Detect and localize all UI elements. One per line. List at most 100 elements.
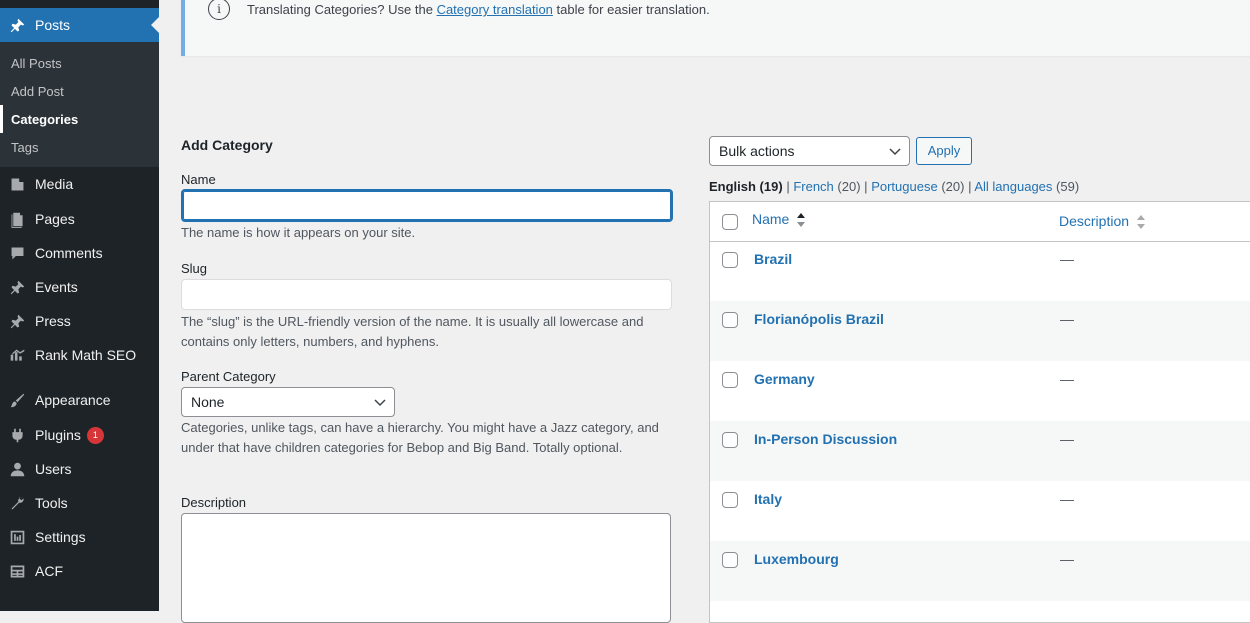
column-name-header[interactable]: Name xyxy=(752,211,806,228)
category-description: — xyxy=(1060,251,1074,267)
row-checkbox[interactable] xyxy=(722,432,738,448)
wrench-icon xyxy=(9,495,26,512)
name-input[interactable] xyxy=(181,189,673,222)
bulk-actions-select[interactable]: Bulk actions xyxy=(709,136,910,166)
menu-posts-label: Posts xyxy=(35,17,71,33)
user-icon xyxy=(9,461,26,478)
submenu-all-posts[interactable]: All Posts xyxy=(11,56,62,71)
category-name-link[interactable]: Luxembourg xyxy=(754,551,839,567)
row-checkbox[interactable] xyxy=(722,492,738,508)
notice-text-before: Translating Categories? Use the xyxy=(247,2,437,17)
select-all-checkbox[interactable] xyxy=(722,214,738,230)
pin-icon xyxy=(9,17,26,34)
menu-events-label: Events xyxy=(35,279,78,295)
menu-rank-math[interactable]: Rank Math SEO xyxy=(0,338,159,372)
parent-category-label: Parent Category xyxy=(181,369,276,384)
table-row: Italy — xyxy=(710,481,1250,541)
apply-button[interactable]: Apply xyxy=(916,137,972,165)
filter-separator: | xyxy=(968,179,972,194)
notice-text: Translating Categories? Use the Category… xyxy=(247,2,710,17)
menu-comments-label: Comments xyxy=(35,245,103,261)
menu-press[interactable]: Press xyxy=(0,304,159,338)
submenu-add-post[interactable]: Add Post xyxy=(11,84,64,99)
table-header: Name Description xyxy=(710,202,1250,242)
row-checkbox[interactable] xyxy=(722,312,738,328)
category-name-link[interactable]: Florianópolis Brazil xyxy=(754,311,884,327)
plugin-icon xyxy=(9,427,26,444)
menu-posts[interactable]: Posts xyxy=(0,8,159,42)
category-description: — xyxy=(1060,371,1074,387)
menu-acf-label: ACF xyxy=(35,563,63,579)
slug-hint: The “slug” is the URL-friendly version o… xyxy=(181,314,644,349)
menu-plugins[interactable]: Plugins 1 xyxy=(0,418,159,452)
filter-english[interactable]: English (19) xyxy=(709,179,783,194)
info-icon: i xyxy=(208,0,230,20)
menu-settings[interactable]: Settings xyxy=(0,520,159,554)
menu-appearance[interactable]: Appearance xyxy=(0,383,159,417)
chevron-down-icon xyxy=(889,148,901,156)
rank-math-icon xyxy=(9,347,26,364)
categories-table: Name Description Brazil — Florianópolis … xyxy=(709,201,1250,623)
filter-french-count: (20) xyxy=(837,179,861,194)
filter-all-count: (59) xyxy=(1056,179,1080,194)
sort-icon xyxy=(797,213,806,228)
category-name-link[interactable]: Italy xyxy=(754,491,782,507)
row-checkbox[interactable] xyxy=(722,552,738,568)
column-description-label: Description xyxy=(1059,213,1130,229)
filter-all-languages[interactable]: All languages xyxy=(974,179,1052,194)
column-description-header[interactable]: Description xyxy=(1059,213,1145,230)
submenu-categories[interactable]: Categories xyxy=(11,112,78,127)
posts-submenu: All Posts Add Post Categories Tags xyxy=(0,42,159,167)
table-row: Germany — xyxy=(710,361,1250,421)
category-name-link[interactable]: Germany xyxy=(754,371,815,387)
category-name-link[interactable]: In-Person Discussion xyxy=(754,431,897,447)
menu-acf[interactable]: ACF xyxy=(0,554,159,588)
menu-settings-label: Settings xyxy=(35,529,86,545)
menu-comments[interactable]: Comments xyxy=(0,236,159,270)
row-checkbox[interactable] xyxy=(722,372,738,388)
menu-rank-math-label: Rank Math SEO xyxy=(35,347,137,363)
translation-notice: i Translating Categories? Use the Catego… xyxy=(181,0,1250,56)
category-translation-link[interactable]: Category translation xyxy=(437,2,553,17)
menu-media-label: Media xyxy=(35,176,74,192)
filter-separator: | xyxy=(864,179,868,194)
menu-users[interactable]: Users xyxy=(0,452,159,486)
notice-text-after: table for easier translation. xyxy=(552,2,710,17)
category-description: — xyxy=(1060,431,1074,447)
admin-sidebar: Posts All Posts Add Post Categories Tags… xyxy=(0,0,159,611)
slug-label: Slug xyxy=(181,261,208,276)
filter-french[interactable]: French xyxy=(793,179,833,194)
description-textarea[interactable] xyxy=(181,513,671,623)
parent-category-select[interactable]: None xyxy=(181,387,395,417)
description-label: Description xyxy=(181,495,247,510)
brush-icon xyxy=(9,392,26,409)
submenu-tags[interactable]: Tags xyxy=(11,140,38,155)
table-row: Brazil — xyxy=(710,241,1250,301)
menu-tools[interactable]: Tools xyxy=(0,486,159,520)
table-row: Luxembourg — xyxy=(710,541,1250,601)
pin-icon xyxy=(9,313,26,330)
row-checkbox[interactable] xyxy=(722,252,738,268)
language-filters: English (19) | French (20) | Portuguese … xyxy=(709,179,1079,194)
current-indicator xyxy=(0,105,3,133)
menu-events[interactable]: Events xyxy=(0,270,159,304)
settings-icon xyxy=(9,529,26,546)
filter-portuguese[interactable]: Portuguese xyxy=(871,179,938,194)
column-name-label: Name xyxy=(752,211,790,227)
update-count-badge: 1 xyxy=(86,426,104,444)
menu-media[interactable]: Media xyxy=(0,167,159,201)
menu-pages[interactable]: Pages xyxy=(0,202,159,236)
sort-icon xyxy=(1136,215,1145,230)
name-label: Name xyxy=(181,172,216,187)
bulk-actions-value: Bulk actions xyxy=(719,143,795,159)
filter-separator: | xyxy=(786,179,790,194)
table-row: In-Person Discussion — xyxy=(710,421,1250,481)
slug-input[interactable] xyxy=(181,279,672,310)
menu-press-label: Press xyxy=(35,313,71,329)
menu-plugins-label: Plugins xyxy=(35,427,81,443)
pages-icon xyxy=(9,211,26,228)
acf-icon xyxy=(9,563,26,580)
menu-pages-label: Pages xyxy=(35,211,75,227)
category-description: — xyxy=(1060,491,1074,507)
category-name-link[interactable]: Brazil xyxy=(754,251,792,267)
